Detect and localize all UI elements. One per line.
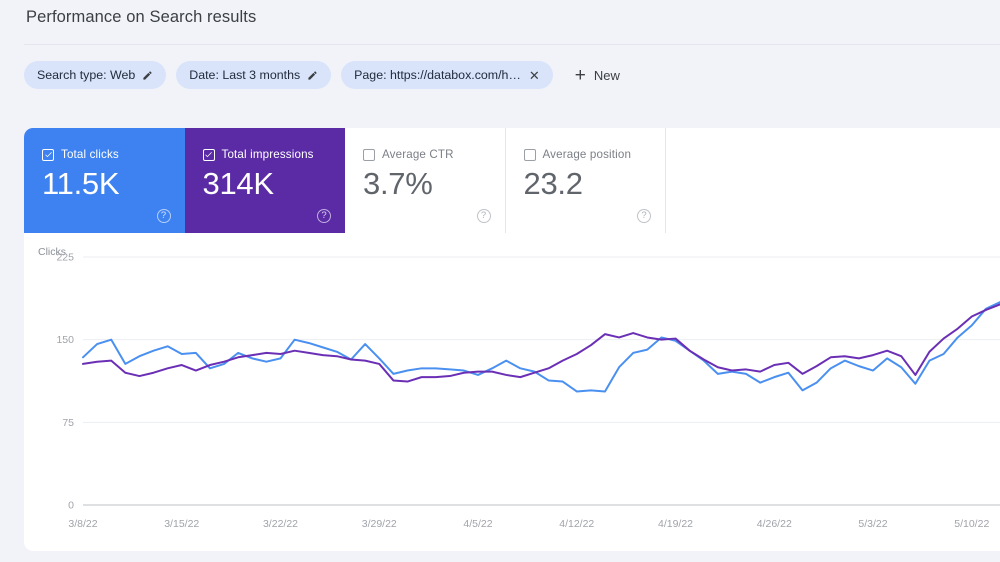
chart-y-tick-label: 75 (62, 417, 74, 429)
header-divider (24, 44, 1000, 45)
chart-x-tick-label: 4/5/22 (463, 518, 492, 530)
help-icon[interactable]: ? (637, 209, 651, 223)
filter-chip-label: Search type: Web (37, 68, 136, 82)
metric-card-total-impressions[interactable]: Total impressions 314K ? (184, 128, 346, 233)
chart-y-tick-label: 150 (56, 334, 74, 346)
help-icon[interactable]: ? (156, 209, 171, 223)
help-icon[interactable]: ? (317, 209, 331, 223)
search-console-performance-page: Performance on Search results Search typ… (0, 0, 1000, 562)
metric-card-row: Total clicks 11.5K ? Total impressions 3… (24, 128, 666, 233)
chart-x-tick-label: 5/10/22 (954, 518, 989, 530)
chart-x-tick-label: 4/12/22 (559, 518, 594, 530)
chart-x-tick-labels: 3/8/22 3/15/22 3/22/22 3/29/22 4/5/22 4/12/22… (68, 518, 989, 530)
page-title: Performance on Search results (26, 8, 257, 26)
checkbox-average-position[interactable] (523, 148, 536, 161)
metric-card-label: Average CTR (382, 148, 454, 161)
metric-card-header: Total clicks (42, 148, 185, 161)
performance-chart-svg: Clicks 075150225 3/8/22 3/15/22 3/22/22 3/2… (38, 246, 1000, 530)
filter-chip-label: Page: https://databox.com/h… (354, 68, 521, 82)
filter-chip-page[interactable]: Page: https://databox.com/h… ✕ (341, 61, 553, 89)
chart-x-tick-label: 4/26/22 (757, 518, 792, 530)
chart-y-tick-label: 0 (68, 500, 74, 512)
chart-x-tick-label: 5/3/22 (858, 518, 887, 530)
filter-chip-search-type[interactable]: Search type: Web (24, 61, 167, 89)
chart-x-tick-label: 4/19/22 (658, 518, 693, 530)
metric-card-value: 314K (202, 166, 275, 201)
chart-y-tick-labels: 0 75 150 225 (56, 252, 74, 512)
chart-x-tick-label: 3/15/22 (164, 518, 199, 530)
pencil-icon[interactable] (307, 70, 318, 81)
plus-icon: + (574, 64, 586, 86)
chart-x-tick-label: 3/8/22 (68, 518, 97, 530)
performance-chart[interactable]: Clicks 0 75 150 225 3/8/22 3/15/22 3/22/22 3/2… (24, 233, 1000, 551)
metric-card-label: Total impressions (221, 148, 314, 161)
chart-series-lines (82, 301, 1000, 393)
metric-card-total-clicks[interactable]: Total clicks 11.5K ? (24, 128, 185, 233)
metric-card-label: Total clicks (61, 148, 119, 161)
metric-card-header: Average CTR (363, 148, 505, 161)
performance-panel: Total clicks 11.5K ? Total impressions 3… (24, 128, 1000, 551)
filter-chip-label: Date: Last 3 months (189, 68, 301, 82)
check-icon (205, 152, 212, 158)
chart-line-total-impressions (82, 303, 1000, 383)
checkbox-total-clicks[interactable] (42, 148, 54, 161)
add-filter-button[interactable]: + New (575, 66, 620, 85)
pencil-icon[interactable] (142, 70, 153, 81)
check-icon (44, 152, 52, 158)
metric-card-header: Total impressions (202, 148, 346, 161)
checkbox-total-impressions[interactable] (202, 148, 215, 161)
metric-card-value: 3.7% (363, 166, 433, 201)
checkbox-average-ctr[interactable] (363, 148, 375, 161)
chart-x-tick-label: 3/22/22 (263, 518, 298, 530)
close-icon[interactable]: ✕ (529, 69, 540, 82)
chart-line-total-clicks (82, 301, 1000, 393)
chart-y-tick-label: 225 (56, 252, 74, 264)
add-filter-label: New (593, 67, 620, 83)
chart-x-tick-label: 3/29/22 (362, 518, 397, 530)
metric-card-average-position[interactable]: Average position 23.2 ? (505, 128, 666, 233)
metric-card-value: 23.2 (523, 166, 583, 201)
metric-card-header: Average position (523, 148, 666, 161)
filter-chip-date[interactable]: Date: Last 3 months (176, 61, 332, 89)
metric-card-label: Average position (542, 148, 632, 161)
metric-card-average-ctr[interactable]: Average CTR 3.7% ? (345, 128, 506, 233)
filter-chip-row: Search type: Web Date: Last 3 months Pag… (24, 61, 620, 89)
metric-card-value: 11.5K (42, 166, 120, 201)
chart-gridlines (83, 256, 1000, 506)
help-icon[interactable]: ? (476, 209, 491, 223)
